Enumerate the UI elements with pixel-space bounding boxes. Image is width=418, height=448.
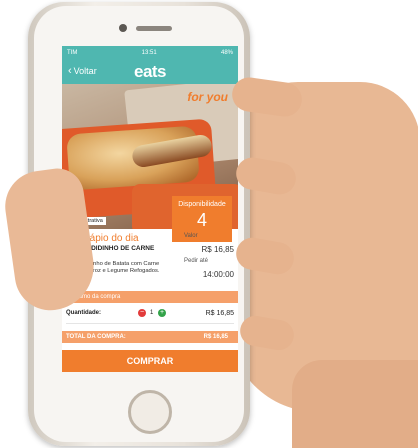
availability-count: 4 [196, 210, 207, 230]
quantity-value: 1 [150, 310, 154, 316]
price-label: Valor [184, 233, 198, 239]
total-label: TOTAL DA COMPRA: [66, 334, 126, 340]
decrease-quantity-button[interactable]: − [138, 309, 146, 317]
clock: 13:51 [141, 50, 157, 56]
front-camera [119, 24, 127, 32]
divider [66, 323, 234, 324]
summary-header: Resumo da compra [62, 291, 238, 303]
order-deadline-label: Pedir até [184, 258, 209, 264]
order-deadline-value: 14:00:00 [202, 270, 234, 279]
earpiece-speaker [136, 26, 172, 31]
box-print: for you [187, 90, 228, 104]
availability-label: Disponibilidade [178, 201, 226, 208]
line-total: R$ 16,85 [205, 310, 234, 317]
carrier-label: TIM [67, 50, 78, 56]
buy-button[interactable]: COMPRAR [62, 350, 238, 372]
price-value: R$ 16,85 [201, 245, 234, 254]
home-button[interactable] [128, 390, 172, 434]
app-logo: eats [133, 62, 167, 81]
status-bar: TIM 13:51 48% [62, 46, 238, 60]
quantity-row: Quantidade: − 1 + R$ 16,85 [62, 303, 238, 323]
app-screen: TIM 13:51 48% ‹ Voltar eats for you Foto… [62, 46, 238, 372]
total-bar: TOTAL DA COMPRA: R$ 16,85 [62, 331, 238, 343]
quantity-label: Quantidade: [66, 310, 102, 316]
increase-quantity-button[interactable]: + [158, 309, 166, 317]
wrist [292, 360, 418, 448]
total-value: R$ 16,85 [203, 334, 228, 340]
battery-level: 48% [220, 50, 233, 56]
nav-bar: ‹ Voltar eats [62, 60, 238, 84]
